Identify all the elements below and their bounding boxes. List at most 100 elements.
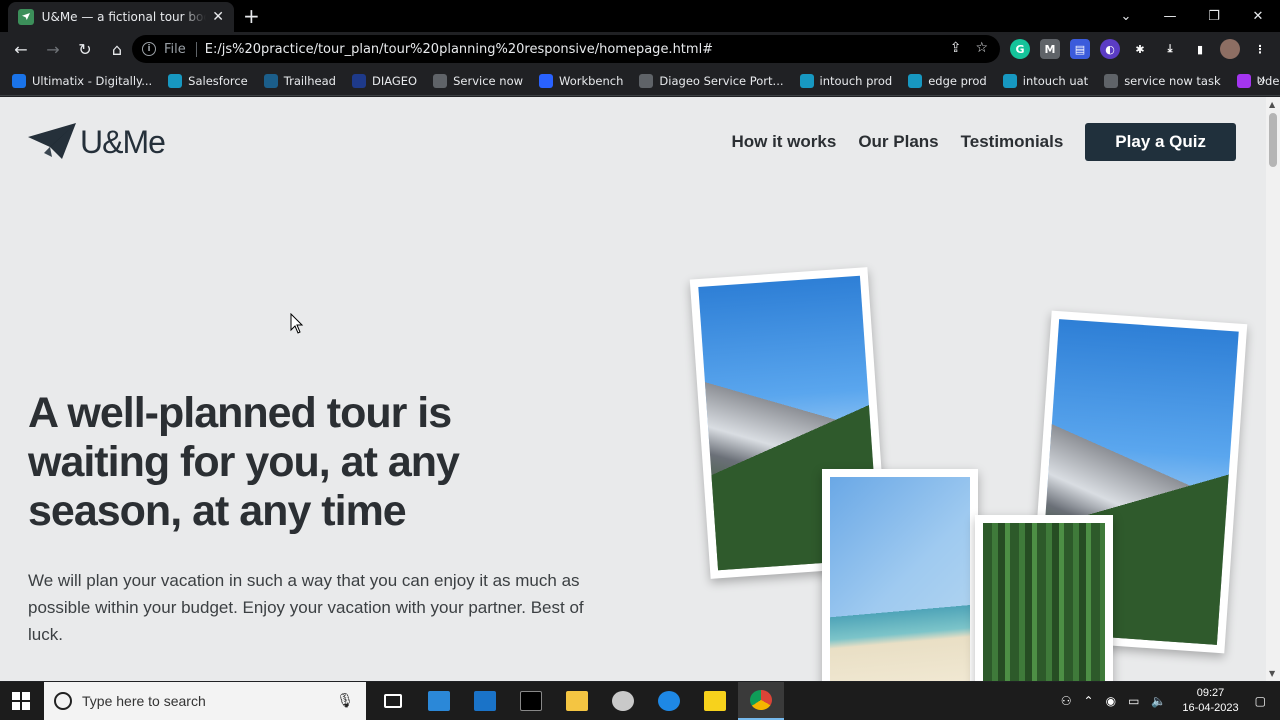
minimize-button[interactable]: — [1148, 0, 1192, 32]
bookmark-item[interactable]: DIAGEO [351, 73, 418, 88]
file-explorer-icon[interactable] [554, 682, 600, 720]
profile-avatar[interactable] [1220, 39, 1240, 59]
volume-icon[interactable]: 🔈 [1151, 694, 1166, 708]
bookmark-item[interactable]: Workbench [539, 73, 624, 88]
nav-testimonials[interactable]: Testimonials [961, 132, 1064, 152]
bookmark-item[interactable]: Salesforce [168, 73, 248, 88]
sticky-notes-icon[interactable] [692, 682, 738, 720]
windows-start-icon[interactable] [12, 692, 30, 710]
scroll-up-icon[interactable]: ▲ [1269, 100, 1275, 109]
new-tab-button[interactable]: + [243, 4, 260, 28]
hero-headline: A well-planned tour is waiting for you, … [28, 389, 460, 535]
bookmark-label: Diageo Service Port... [659, 73, 784, 88]
bookmark-favicon-icon [12, 73, 26, 88]
site-info-icon[interactable]: i [142, 42, 156, 56]
bookmark-favicon-icon [539, 73, 554, 88]
bookmark-label: intouch prod [819, 73, 893, 88]
scheme-label: File [164, 41, 197, 57]
browser-tab[interactable]: U&Me — a fictional tour booking ✕ [8, 2, 234, 32]
web-page: U&Me How it works Our Plans Testimonials… [0, 97, 1266, 681]
edge-icon[interactable] [646, 682, 692, 720]
restore-button[interactable]: ❐ [1192, 0, 1236, 32]
extensions-puzzle-icon[interactable]: ✱ [1130, 39, 1150, 59]
bookmark-star-icon[interactable]: ☆ [975, 40, 988, 56]
forward-icon[interactable]: → [38, 34, 68, 64]
bookmark-item[interactable]: Service now [433, 73, 523, 88]
nav-our-plans[interactable]: Our Plans [858, 132, 938, 152]
tray-chevron-icon[interactable]: ⌃ [1084, 694, 1094, 708]
home-icon[interactable]: ⌂ [102, 34, 132, 64]
extension-purple-icon[interactable]: ◐ [1100, 39, 1120, 59]
terminal-icon[interactable] [508, 682, 554, 720]
bookmark-favicon-icon [639, 73, 654, 88]
close-tab-icon[interactable]: ✕ [212, 9, 224, 25]
cortana-icon [54, 692, 72, 710]
hero-description: We will plan your vacation in such a way… [28, 571, 584, 644]
tab-title: U&Me — a fictional tour booking [41, 10, 207, 24]
url-text[interactable]: E:/js%20practice/tour_plan/tour%20planni… [205, 42, 713, 57]
taskbar-clock[interactable]: 09:27 16-04-2023 [1182, 686, 1238, 716]
grammarly-icon[interactable]: G [1010, 39, 1030, 59]
site-logo[interactable]: U&Me [28, 123, 166, 161]
site-favicon-icon [18, 9, 34, 25]
main-nav: How it works Our Plans Testimonials Play… [709, 123, 1236, 161]
bookmark-label: Ultimatix - Digitally... [32, 73, 153, 88]
store-icon[interactable] [416, 682, 462, 720]
back-icon[interactable]: ← [6, 34, 36, 64]
bookmark-item[interactable]: Ultimatix - Digitally... [12, 73, 153, 88]
play-quiz-button[interactable]: Play a Quiz [1085, 123, 1236, 161]
microphone-icon[interactable]: 🎙 [336, 693, 354, 709]
palm-beach-image [830, 477, 970, 681]
browser-tab-strip: U&Me — a fictional tour booking ✕ + ⌄ — … [0, 0, 1280, 32]
bookmark-favicon-icon [799, 73, 814, 88]
network-icon[interactable]: ▭ [1128, 694, 1139, 708]
tab-search-icon[interactable]: ⌄ [1104, 0, 1148, 32]
bookmark-item[interactable]: Diageo Service Port... [639, 73, 784, 88]
page-scrollbar[interactable]: ▲ ▼ [1266, 97, 1280, 681]
task-view-icon[interactable] [370, 682, 416, 720]
browser-menu-icon[interactable]: ⋮ [1250, 39, 1270, 59]
clock-time: 09:27 [1196, 687, 1225, 699]
logo-text: U&Me [80, 123, 166, 160]
snipping-tool-icon[interactable] [600, 682, 646, 720]
bookmark-item[interactable]: intouch prod [799, 73, 893, 88]
windows-taskbar: Type here to search 🎙 ⚇ ⌃ ◉ ▭ 🔈 09:27 16… [0, 682, 1280, 720]
mail-icon[interactable] [462, 682, 508, 720]
forest-image [983, 523, 1105, 681]
notification-center-icon[interactable]: ▢ [1255, 694, 1266, 708]
chrome-icon[interactable] [738, 682, 784, 720]
bookmark-favicon-icon [168, 73, 183, 88]
bookmark-favicon-icon [908, 73, 923, 88]
reload-icon[interactable]: ↻ [70, 34, 100, 64]
gmail-extension-icon[interactable]: M [1040, 39, 1060, 59]
bookmark-item[interactable]: edge prod [908, 73, 987, 88]
share-icon[interactable]: ⇪ [950, 40, 962, 56]
nav-how-it-works[interactable]: How it works [731, 132, 836, 152]
bookmark-label: DIAGEO [371, 73, 418, 88]
taskbar-apps [370, 682, 784, 720]
close-window-button[interactable]: ✕ [1236, 0, 1280, 32]
tray-app-icon[interactable]: ◉ [1106, 694, 1116, 708]
bookmark-favicon-icon [263, 73, 278, 88]
scroll-down-icon[interactable]: ▼ [1269, 669, 1275, 678]
bookmark-label: Salesforce [188, 73, 248, 88]
downloads-icon[interactable]: ⤓ [1160, 39, 1180, 59]
bookmark-favicon-icon [433, 73, 448, 88]
bookmark-item[interactable]: service now task [1104, 73, 1221, 88]
extension-blue-icon[interactable]: ▤ [1070, 39, 1090, 59]
taskbar-search-box[interactable]: Type here to search 🎙 [44, 682, 366, 720]
bookmark-item[interactable]: intouch uat [1002, 73, 1089, 88]
forest-photo [975, 515, 1113, 681]
people-icon[interactable]: ⚇ [1061, 694, 1072, 708]
system-tray: ⚇ ⌃ ◉ ▭ 🔈 09:27 16-04-2023 ▢ [1055, 682, 1280, 720]
mouse-cursor-icon [290, 313, 304, 334]
scrollbar-thumb[interactable] [1269, 113, 1277, 167]
window-controls: ⌄ — ❐ ✕ [1104, 0, 1280, 32]
bookmark-label: intouch uat [1022, 73, 1089, 88]
palm-beach-photo [822, 469, 978, 681]
more-bookmarks-icon[interactable]: » [1258, 73, 1266, 88]
bookmark-item[interactable]: Trailhead [263, 73, 336, 88]
address-bar[interactable]: i File E:/js%20practice/tour_plan/tour%2… [132, 35, 1000, 63]
side-panel-icon[interactable]: ▮ [1190, 39, 1210, 59]
bookmark-label: Workbench [559, 73, 624, 88]
